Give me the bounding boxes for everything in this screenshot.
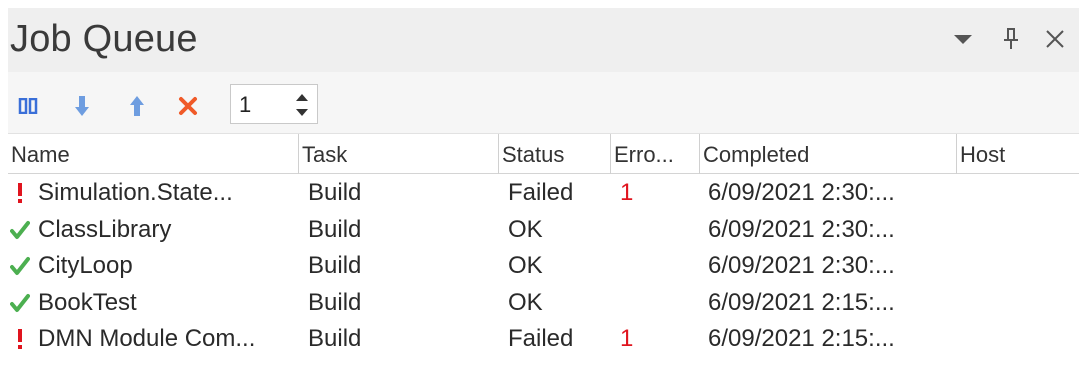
job-completed: 6/09/2021 2:30:... bbox=[708, 179, 895, 206]
table-row[interactable]: Simulation.State... Build Failed 1 6/09/… bbox=[8, 175, 1079, 212]
job-errors: 1 bbox=[620, 179, 634, 206]
job-task: Build bbox=[308, 252, 362, 279]
table-row[interactable]: ClassLibrary Build OK 6/09/2021 2:30:... bbox=[8, 212, 1079, 249]
cancel-icon[interactable] bbox=[176, 94, 200, 118]
job-completed: 6/09/2021 2:15:... bbox=[708, 325, 895, 352]
column-header-name[interactable]: Name bbox=[8, 134, 299, 174]
job-task: Build bbox=[308, 325, 362, 352]
table-row[interactable]: CityLoop Build OK 6/09/2021 2:30:... bbox=[8, 248, 1079, 285]
job-task: Build bbox=[308, 179, 362, 206]
column-header-task[interactable]: Task bbox=[299, 134, 499, 174]
job-completed: 6/09/2021 2:30:... bbox=[708, 252, 895, 279]
job-completed: 6/09/2021 2:15:... bbox=[708, 288, 895, 316]
check-icon bbox=[8, 216, 32, 244]
job-name: BookTest bbox=[38, 288, 137, 316]
job-list: Simulation.State... Build Failed 1 6/09/… bbox=[8, 175, 1079, 358]
job-status: OK bbox=[508, 252, 543, 279]
job-name: CityLoop bbox=[38, 252, 133, 279]
queue-count-stepper[interactable]: 1 bbox=[230, 84, 318, 124]
panel-title: Job Queue bbox=[10, 18, 198, 60]
job-task: Build bbox=[308, 215, 362, 243]
job-status: Failed bbox=[508, 325, 574, 352]
pause-icon[interactable] bbox=[16, 94, 40, 118]
job-errors: 1 bbox=[620, 325, 634, 352]
column-header-status[interactable]: Status bbox=[499, 134, 611, 174]
error-icon bbox=[8, 179, 32, 207]
stepper-value: 1 bbox=[239, 92, 252, 117]
job-name: DMN Module Com... bbox=[38, 325, 256, 352]
job-status: OK bbox=[508, 215, 543, 243]
job-name: ClassLibrary bbox=[38, 215, 172, 243]
stepper-up-icon[interactable] bbox=[294, 91, 310, 103]
job-queue-panel: Job Queue 1 Name Task Status Erro... Com… bbox=[8, 8, 1079, 366]
job-task: Build bbox=[308, 288, 362, 316]
column-header-completed[interactable]: Completed bbox=[700, 134, 957, 174]
table-row[interactable]: BookTest Build OK 6/09/2021 2:15:... bbox=[8, 285, 1079, 322]
check-icon bbox=[8, 252, 32, 280]
close-icon[interactable] bbox=[1040, 22, 1070, 56]
stepper-down-icon[interactable] bbox=[294, 106, 310, 118]
job-status: OK bbox=[508, 288, 543, 316]
move-down-icon[interactable] bbox=[70, 94, 94, 118]
job-completed: 6/09/2021 2:30:... bbox=[708, 215, 895, 243]
toolbar: 1 bbox=[8, 72, 1079, 134]
check-icon bbox=[8, 289, 32, 317]
job-name: Simulation.State... bbox=[38, 179, 233, 206]
table-header: Name Task Status Erro... Completed Host bbox=[8, 134, 1079, 174]
title-bar: Job Queue bbox=[8, 8, 1079, 72]
table-row[interactable]: DMN Module Com... Build Failed 1 6/09/20… bbox=[8, 321, 1079, 358]
column-header-errors[interactable]: Erro... bbox=[611, 134, 700, 174]
error-icon bbox=[8, 325, 32, 353]
job-status: Failed bbox=[508, 179, 574, 206]
pin-icon[interactable] bbox=[996, 22, 1026, 56]
dropdown-arrow-icon[interactable] bbox=[948, 22, 978, 56]
column-header-host[interactable]: Host bbox=[957, 134, 1079, 174]
move-up-icon[interactable] bbox=[125, 94, 149, 118]
